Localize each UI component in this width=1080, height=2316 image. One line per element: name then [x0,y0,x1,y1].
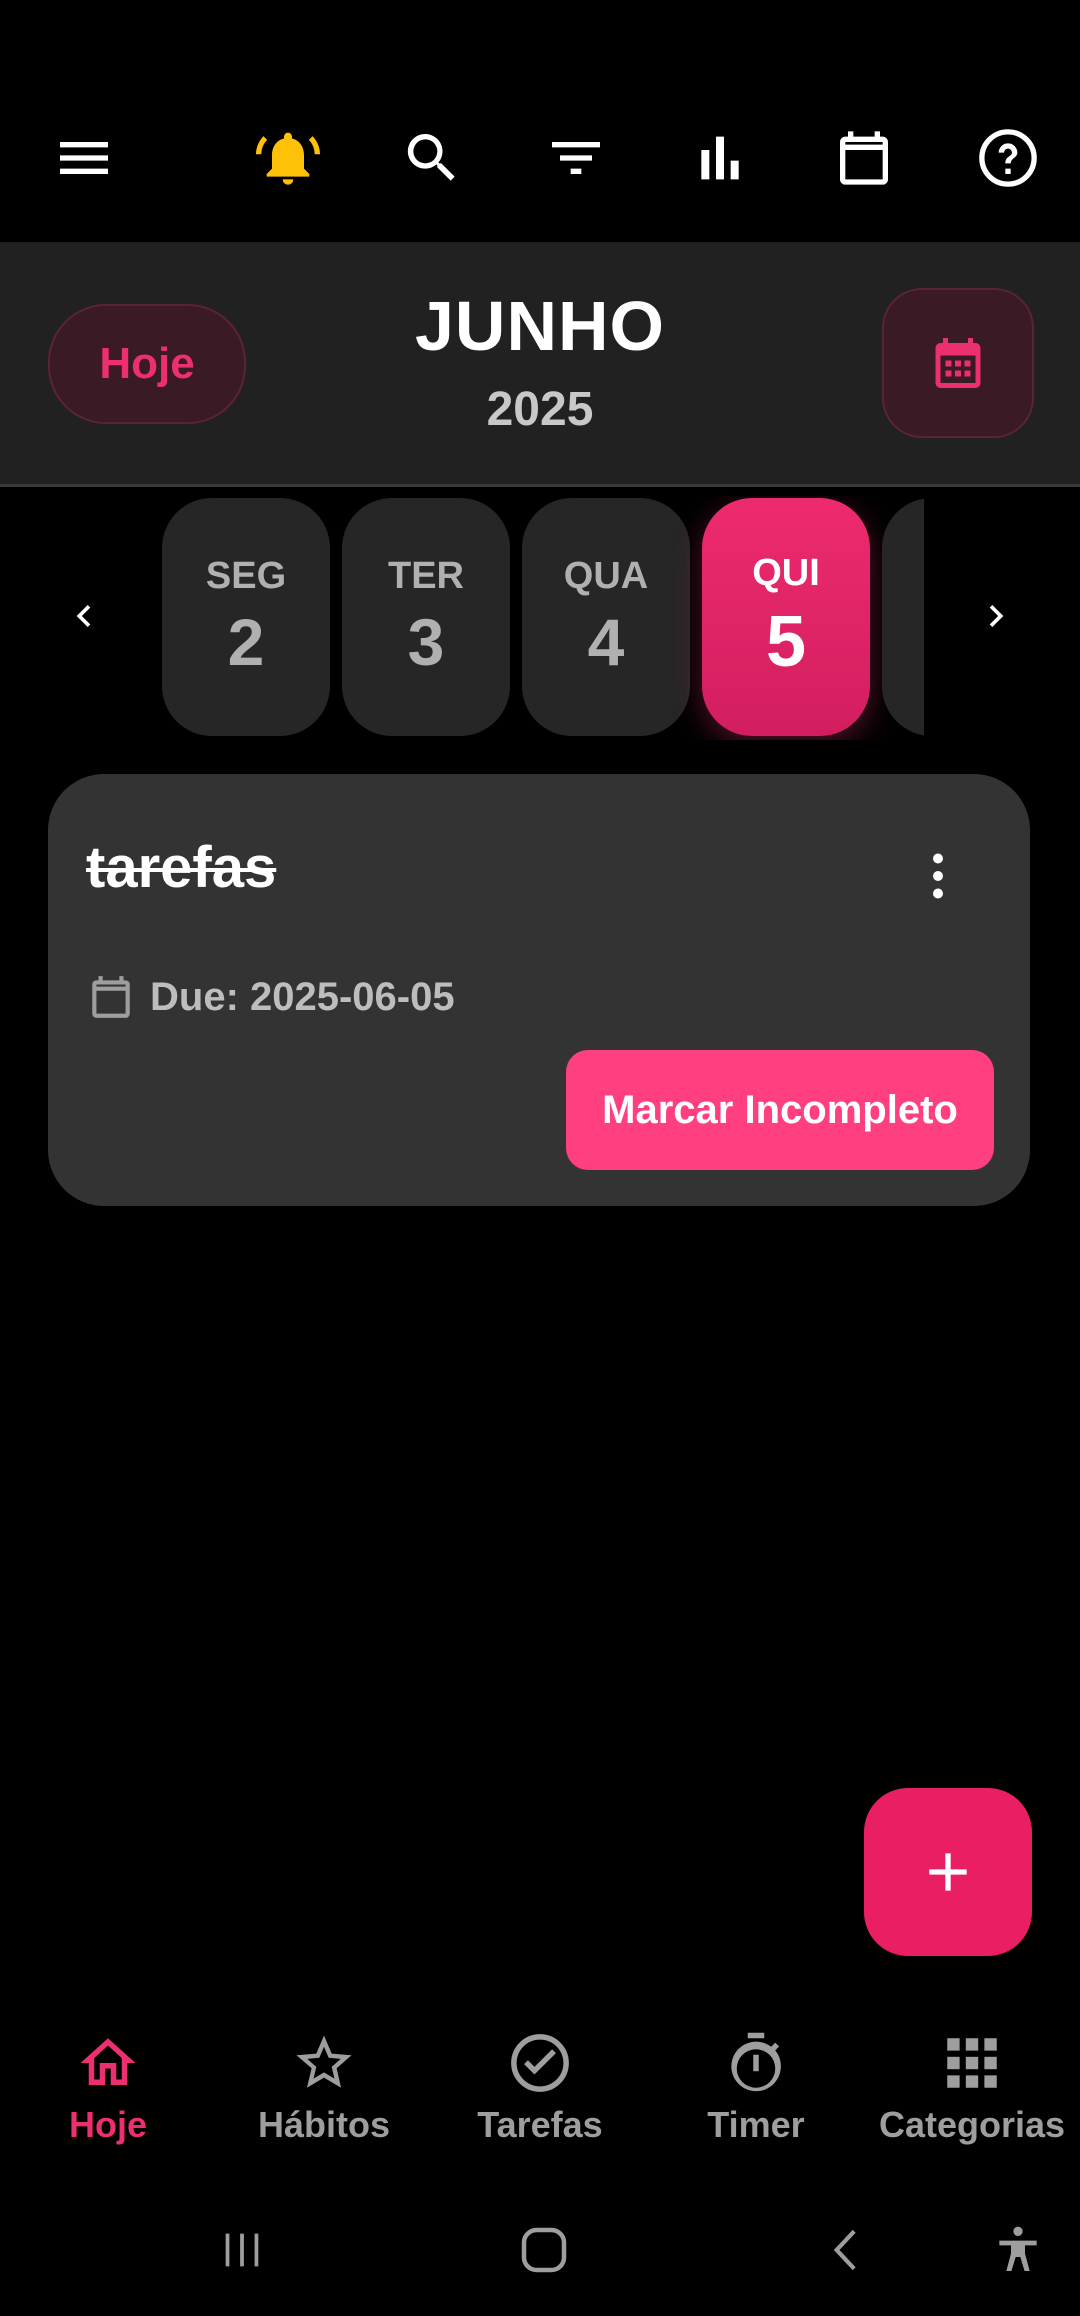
day-card-ter[interactable]: TER 3 [342,498,510,736]
search-icon[interactable] [396,122,468,194]
nav-label: Hábitos [257,2104,390,2145]
calendar-icon [92,976,130,1018]
grid-icon [947,2038,997,2088]
check-circle-icon [511,2034,569,2092]
nav-item-categorias[interactable]: Categorias [864,2030,1080,2160]
month-header: Hoje JUNHO 2025 [0,242,1080,487]
nav-label: Timer [707,2104,805,2145]
day-list: SEG 2 TER 3 QUA 4 QUI 5 [160,496,924,740]
day-strip: SEG 2 TER 3 QUA 4 QUI 5 [0,496,1080,740]
home-icon [80,2038,136,2085]
day-card-qua[interactable]: QUA 4 [522,498,690,736]
star-icon [296,2035,352,2088]
year-title: 2025 [486,383,594,436]
day-name: SEG [205,554,287,597]
more-options-button[interactable] [908,840,968,912]
mark-incomplete-button[interactable]: Marcar Incompleto [566,1050,994,1170]
filter-icon[interactable] [540,122,612,194]
nav-item-timer[interactable]: Timer [648,2030,864,2160]
day-name: TER [388,554,464,597]
day-card-qui-selected[interactable]: QUI 5 [702,498,870,736]
nav-label: Categorias [878,2104,1066,2145]
day-number: 2 [227,604,265,679]
day-number: 4 [587,604,625,679]
help-icon[interactable] [972,122,1044,194]
accessibility-icon[interactable] [978,2210,1058,2290]
task-title: tarefas [86,835,277,900]
calendar-grid-icon [935,338,981,388]
add-button[interactable] [864,1788,1032,1956]
top-toolbar [0,0,1080,242]
bottom-navigation: Hoje Hábitos Tarefas Timer Categorias [0,2000,1080,2180]
nav-item-tarefas[interactable]: Tarefas [432,2030,648,2160]
due-date-row: Due: 2025-06-05 [86,972,455,1022]
bar-chart-icon[interactable] [684,122,756,194]
day-card-next-partial[interactable] [882,498,924,736]
nav-label: Tarefas [477,2104,603,2145]
nav-item-habitos[interactable]: Hábitos [216,2030,432,2160]
due-date: Due: 2025-06-05 [150,974,455,1019]
day-name: QUA [563,554,649,597]
day-name: QUI [752,551,820,594]
bell-icon[interactable] [252,122,324,194]
chevron-left-icon [76,605,91,627]
stopwatch-icon [731,2032,781,2092]
prev-week-button[interactable] [48,580,120,652]
more-vert-icon [933,853,943,899]
home-button-icon[interactable] [504,2210,584,2290]
nav-item-hoje[interactable]: Hoje [0,2030,216,2160]
today-button[interactable]: Hoje [48,304,246,424]
calendar-picker-button[interactable] [882,288,1034,438]
recents-icon[interactable] [202,2210,282,2290]
next-week-button[interactable] [960,580,1032,652]
plus-icon [929,1853,967,1891]
system-navigation-bar [0,2180,1080,2316]
menu-icon[interactable] [48,122,120,194]
day-number: 5 [765,601,807,682]
day-number: 3 [407,604,445,679]
day-card-seg[interactable]: SEG 2 [162,498,330,736]
nav-label: Hoje [68,2104,147,2145]
month-title: JUNHO [414,287,666,365]
chevron-right-icon [989,605,1004,627]
back-icon[interactable] [806,2210,886,2290]
task-card[interactable]: tarefas Due: 2025-06-05 Marcar Incomplet… [48,774,1030,1206]
calendar-icon[interactable] [828,122,900,194]
